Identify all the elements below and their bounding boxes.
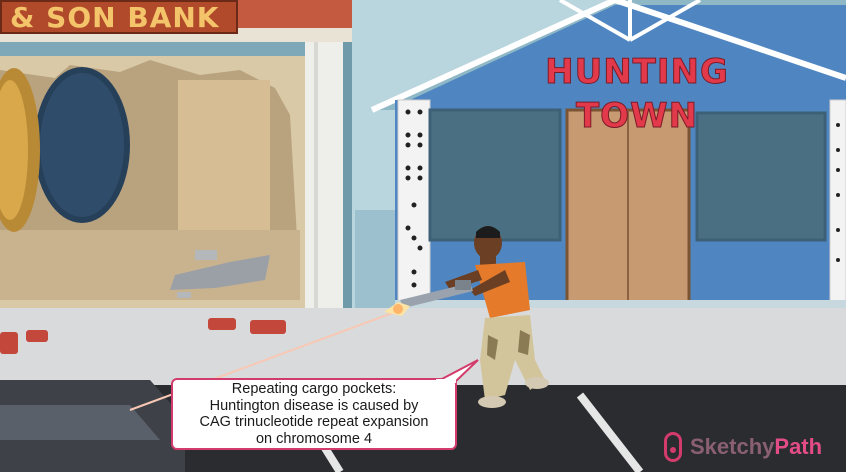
bank-sign-text: & SON BANK [10,0,220,34]
caption-line: on chromosome 4 [255,430,373,447]
caption-line: Huntington disease is caused by [209,397,419,414]
illustration-scene: & SON BANK HUNTING TOWN Repeating cargo … [0,0,846,472]
caption-box: Repeating cargo pockets: Huntington dise… [171,378,457,450]
bank-sign: & SON BANK [0,0,238,34]
logo-icon [664,432,682,462]
caption-line: CAG trinucleotide repeat expansion [199,414,429,430]
bank-building [0,0,352,320]
brand-logo: Sketchy Path [664,428,840,466]
logo-brand: Path [774,434,823,459]
logo-prefix: Sketchy [690,434,775,459]
shop-sign: HUNTING TOWN [545,52,729,137]
caption-line: Repeating cargo pockets: [231,381,397,397]
